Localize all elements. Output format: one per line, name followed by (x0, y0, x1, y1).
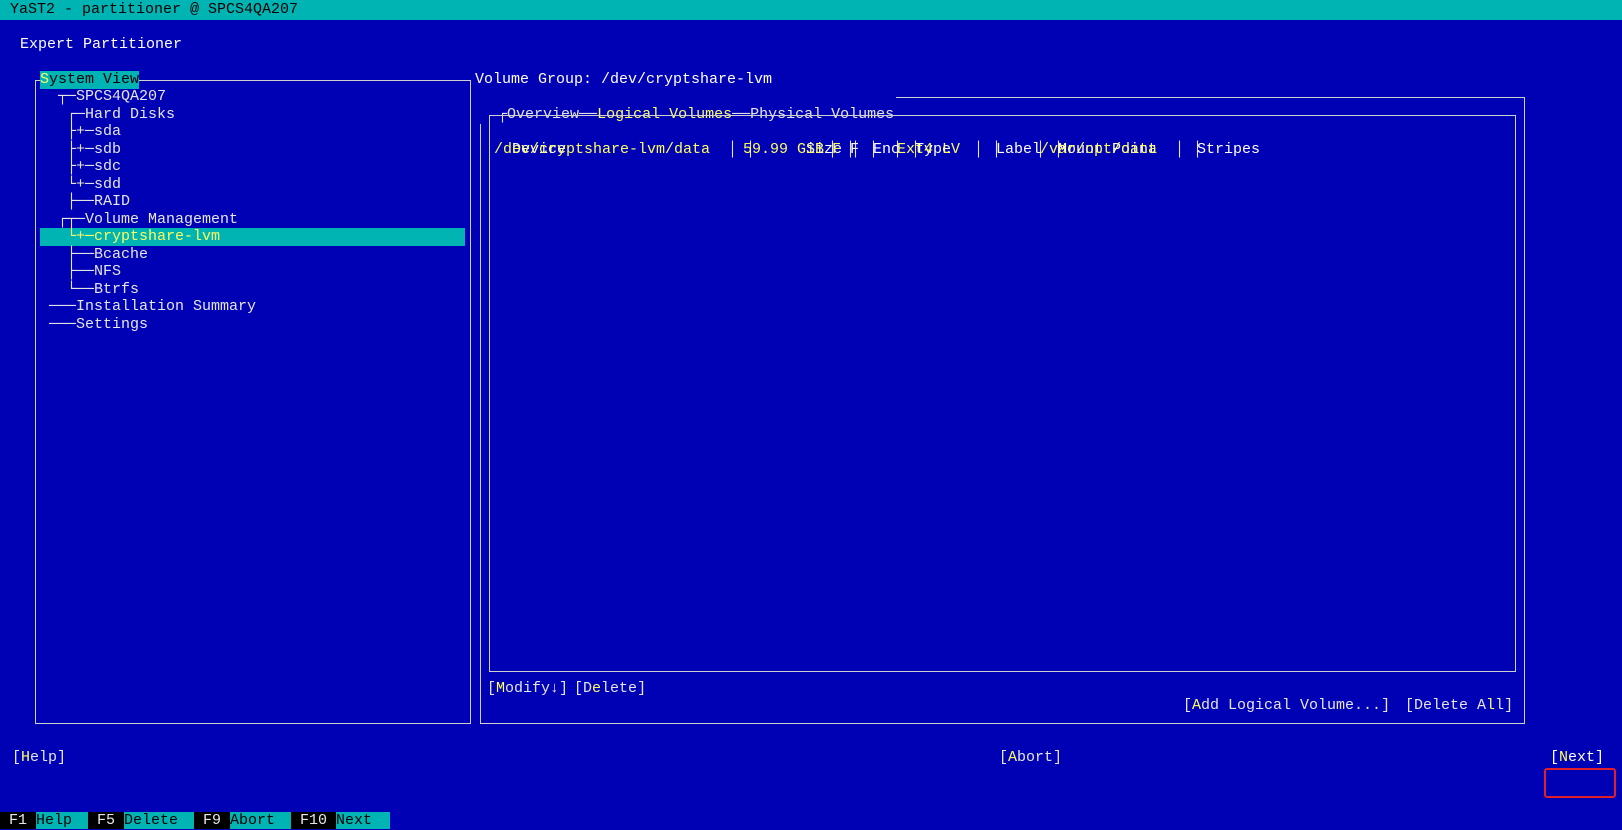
tree-item-label: sda (94, 123, 122, 140)
fkey-next[interactable]: F10 Next (291, 812, 391, 830)
tree-branch-lines: └+─ (40, 228, 95, 245)
fkey-label: Help (36, 812, 91, 829)
add-logical-volume-button[interactable]: [Add Logical Volume...] (1183, 697, 1390, 715)
tree-item-label: NFS (94, 263, 122, 280)
dialog-title: Expert Partitioner (20, 36, 183, 53)
tree-item-label: sdd (94, 175, 122, 193)
tree-item[interactable]: ───Installation Summary (40, 298, 465, 316)
tree-branch-lines: ├── (40, 263, 95, 280)
table-body: /dev/cryptshare-lvm/data │ 59.99 GiB │F │ │Ex… (494, 141, 1249, 159)
tree-item-label: cryptshare-lvm (94, 228, 221, 245)
tree-item-label: Installation Summary (76, 298, 257, 315)
fkey-key: F10 (291, 812, 337, 829)
tree-item-label: Settings (76, 315, 149, 333)
fkey-delete[interactable]: F5 Delete (88, 812, 197, 830)
help-button[interactable]: [Help] (12, 749, 66, 767)
fkey-help[interactable]: F1 Help (0, 812, 91, 830)
modify-button[interactable]: [Modify↓] (487, 680, 568, 698)
tree-branch-lines: ─── (40, 315, 77, 333)
table-cell: /var/opt/data (1040, 141, 1158, 158)
tree-item[interactable]: ├+─sdb (40, 141, 465, 159)
system-view-title: System View (40, 71, 140, 89)
delete-button[interactable]: [Delete] (574, 680, 646, 698)
fkey-label: Abort (230, 812, 294, 829)
tree-item[interactable]: ├──RAID (40, 193, 465, 211)
tree-branch-lines: ├+─ (40, 123, 95, 140)
tree-item[interactable]: ├──NFS (40, 263, 465, 281)
tree-item-label: Volume Management (85, 210, 239, 228)
tree-item[interactable]: ├+─sda (40, 123, 465, 141)
table-cell: /dev/cryptshare-lvm/data (494, 141, 711, 158)
tree-branch-lines: └── (40, 280, 95, 298)
fkey-label: Delete (124, 812, 197, 829)
tree-item-label: RAID (94, 193, 131, 210)
fkey-label: Next (336, 812, 391, 829)
tree-branch-lines: ├── (40, 245, 95, 263)
tree-branch-lines: ┌┬─ (40, 210, 86, 228)
table-cell: 59.99 GiB (742, 141, 824, 158)
tree-item[interactable]: ┌┬─Volume Management (40, 211, 465, 229)
tree-item[interactable]: ├+─sdc (40, 158, 465, 176)
fkey-key: F9 (194, 812, 231, 829)
tree-branch-lines: ┬─ (40, 88, 77, 105)
tree-branch-lines: ┌─ (40, 105, 86, 123)
tree-branch-lines: ─── (40, 298, 77, 315)
table-cell: Ext4 LV (897, 141, 961, 158)
tree-item-label: sdc (94, 158, 122, 175)
tree-item[interactable]: └+─cryptshare-lvm (40, 228, 465, 246)
column-separator: │ (851, 141, 861, 158)
delete-all-button[interactable]: [Delete All] (1405, 697, 1513, 715)
tree-branch-lines: ├── (40, 193, 95, 210)
tree-item[interactable]: └+─sdd (40, 176, 465, 194)
tree-item-label: Bcache (94, 245, 149, 263)
tree-item[interactable]: ┌─Hard Disks (40, 106, 465, 124)
tree-branch-lines: ├+─ (40, 140, 95, 158)
tree-item[interactable]: └──Btrfs (40, 281, 465, 299)
tree-item[interactable]: ───Settings (40, 316, 465, 334)
fkey-key: F5 (88, 812, 125, 829)
fkey-abort[interactable]: F9 Abort (194, 812, 294, 830)
abort-button[interactable]: [Abort] (999, 749, 1062, 767)
system-view-tree[interactable]: ┬─SPCS4QA207 ┌─Hard Disks ├+─sda ├+─sdb … (40, 88, 465, 333)
table-cell: F (832, 141, 842, 158)
tree-item-label: SPCS4QA207 (76, 88, 167, 105)
tree-branch-lines: ├+─ (40, 158, 95, 175)
tree-branch-lines: └+─ (40, 175, 95, 193)
next-button-focus-outline (1544, 768, 1616, 798)
tree-item-label: Hard Disks (85, 105, 176, 123)
fkey-key: F1 (0, 812, 37, 829)
column-separator: │ (1175, 141, 1185, 158)
window-title: YaST2 - partitioner @ SPCS4QA207 (0, 0, 1622, 20)
logical-volumes-table-frame (489, 115, 1516, 672)
tree-item-label: Btrfs (94, 280, 140, 298)
tree-item-label: sdb (94, 140, 122, 158)
next-button[interactable]: [Next] (1550, 749, 1604, 767)
tree-item[interactable]: ├──Bcache (40, 246, 465, 264)
tree-item[interactable]: ┬─SPCS4QA207 (40, 88, 465, 106)
table-row[interactable]: /dev/cryptshare-lvm/data │ 59.99 GiB │F │ │Ex… (494, 141, 1249, 159)
column-separator: │ (974, 141, 984, 158)
volume-group-heading: Volume Group: /dev/cryptshare-lvm (475, 71, 773, 88)
